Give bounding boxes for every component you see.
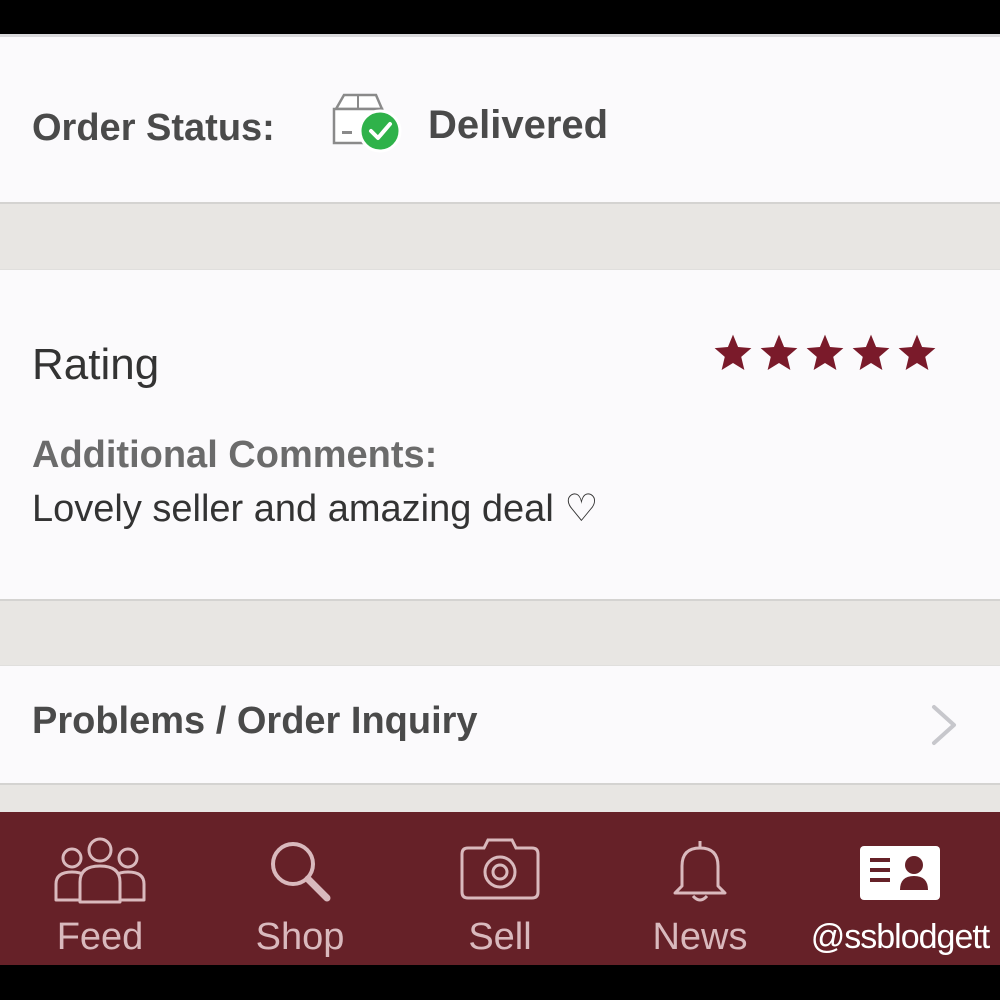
profile-card-icon <box>860 846 940 900</box>
tab-feed[interactable]: Feed <box>0 812 200 965</box>
order-status-label: Order Status: <box>32 107 275 149</box>
star-icon <box>806 334 844 370</box>
order-status-card: Order Status: Delivered <box>0 34 1000 204</box>
camera-icon <box>460 838 540 900</box>
tab-profile[interactable]: @ssblodgett <box>800 812 1000 965</box>
tab-sell-label: Sell <box>468 916 532 958</box>
star-rating <box>712 332 938 374</box>
problems-order-inquiry-label: Problems / Order Inquiry <box>32 700 478 742</box>
box-delivered-icon <box>332 93 402 153</box>
people-icon <box>54 837 146 904</box>
tab-shop[interactable]: Shop <box>200 812 400 965</box>
additional-comments-text: Lovely seller and amazing deal ♡ <box>32 488 599 530</box>
star-icon <box>898 334 936 370</box>
rating-label: Rating <box>32 340 160 389</box>
rating-card: Rating Additional Comments: Lovely selle… <box>0 269 1000 601</box>
tab-sell[interactable]: Sell <box>400 812 600 965</box>
search-icon <box>271 842 331 902</box>
chevron-right-icon <box>932 705 956 745</box>
order-detail-screen: Order Status: Delivered Rating Additiona… <box>0 34 1000 965</box>
device-top-bezel <box>0 0 1000 34</box>
problems-order-inquiry-row[interactable]: Problems / Order Inquiry <box>0 665 1000 785</box>
device-bottom-bezel <box>0 965 1000 1000</box>
star-icon <box>760 334 798 370</box>
star-icon <box>852 334 890 370</box>
tab-feed-label: Feed <box>56 916 144 958</box>
tab-news[interactable]: News <box>600 812 800 965</box>
tab-shop-label: Shop <box>255 916 345 958</box>
bottom-tab-bar: Feed Shop Sell News @ssblodgett <box>0 812 1000 965</box>
additional-comments-label: Additional Comments: <box>32 434 438 476</box>
star-icon <box>714 334 752 370</box>
tab-news-label: News <box>652 916 748 958</box>
order-status-value: Delivered <box>428 103 609 147</box>
tab-profile-label: @ssblodgett <box>810 918 991 956</box>
bell-icon <box>673 839 727 902</box>
